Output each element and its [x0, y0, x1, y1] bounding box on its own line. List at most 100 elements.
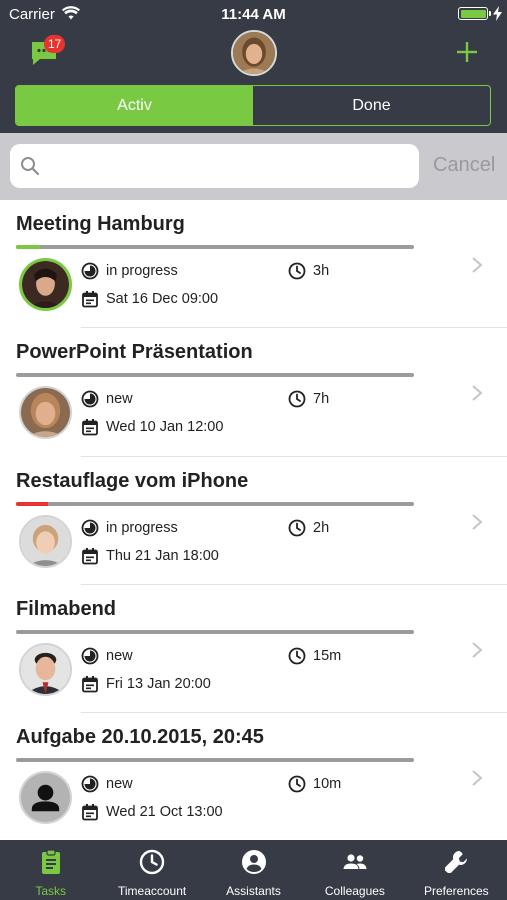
- duration-label: 7h: [313, 391, 330, 408]
- charging-bolt-icon: [493, 6, 502, 21]
- chevron-right-icon: [472, 385, 483, 402]
- task-status: new: [81, 390, 133, 408]
- clock-icon: [139, 849, 165, 875]
- battery-icon: [458, 7, 488, 20]
- assignee-avatar: [19, 514, 72, 568]
- calendar-icon: [82, 291, 98, 308]
- tab-label: Assistants: [226, 884, 281, 898]
- wrench-icon: [445, 850, 468, 873]
- date-label: Fri 13 Jan 20:00: [106, 675, 211, 692]
- task-title: Meeting Hamburg: [16, 213, 185, 235]
- calendar-icon: [82, 675, 98, 693]
- duration-label: 3h: [313, 263, 330, 279]
- date-label: Thu 21 Jan 18:00: [106, 547, 219, 564]
- clock-icon: [288, 519, 306, 536]
- segment-activ[interactable]: Activ: [16, 86, 253, 125]
- chevron-right-icon: [472, 513, 483, 530]
- clock-icon: [288, 262, 306, 280]
- assignee-avatar: [19, 386, 72, 440]
- status-label: new: [106, 391, 133, 408]
- progress-fill: [16, 501, 48, 506]
- assignee-avatar: [19, 771, 72, 825]
- task-date: Wed 21 Oct 13:00: [81, 803, 223, 821]
- task-list: Meeting Hamburg in progress 3h Sat 16 De…: [0, 200, 507, 840]
- assignee-avatar: [19, 258, 72, 311]
- add-task-icon[interactable]: [456, 41, 478, 63]
- task-row[interactable]: Meeting Hamburg in progress 3h Sat 16 De…: [0, 200, 507, 329]
- task-row[interactable]: Restauflage vom iPhone in progress 2h Th…: [0, 457, 507, 585]
- tab-colleagues[interactable]: Colleagues: [304, 840, 405, 900]
- search-field: [10, 144, 419, 188]
- filter-segmented-control: Activ Done: [15, 85, 491, 126]
- task-row[interactable]: PowerPoint Präsentation new 7h Wed 10 Ja…: [0, 328, 507, 457]
- status-label: new: [106, 776, 133, 793]
- date-label: Wed 10 Jan 12:00: [106, 419, 224, 436]
- calendar-icon: [82, 547, 98, 564]
- chevron-right-icon: [472, 257, 483, 273]
- task-status: in progress: [81, 519, 178, 537]
- task-date: Wed 10 Jan 12:00: [81, 418, 223, 436]
- tab-timeaccount[interactable]: Timeaccount: [101, 840, 202, 900]
- task-progress-bar: [16, 629, 414, 634]
- task-progress-bar: [16, 245, 414, 249]
- task-title: Aufgabe 20.10.2015, 20:45: [16, 726, 264, 749]
- clipboard-icon: [41, 849, 60, 874]
- search-icon: [21, 157, 40, 176]
- status-label: new: [106, 647, 133, 664]
- status-label: in progress: [106, 519, 178, 536]
- battery-tip: [489, 11, 491, 16]
- status-bar: Carrier 11:44 AM: [0, 0, 507, 28]
- tab-preferences[interactable]: Preferences: [406, 840, 507, 900]
- task-title: Filmabend: [16, 597, 117, 620]
- task-date: Thu 21 Jan 18:00: [81, 547, 219, 565]
- task-progress-bar: [16, 758, 414, 763]
- task-duration: 10m: [288, 775, 341, 793]
- task-row[interactable]: Aufgabe 20.10.2015, 20:45 new 10m Wed 21…: [0, 713, 507, 840]
- duration-label: 10m: [313, 776, 342, 793]
- clock-icon: [288, 647, 306, 665]
- tab-label: Preferences: [423, 884, 489, 898]
- search-input[interactable]: [50, 144, 410, 188]
- task-status: new: [81, 775, 133, 793]
- top-bar: Carrier 11:44 AM 17 Activ Done: [0, 0, 507, 133]
- notification-badge: 17: [44, 35, 66, 53]
- tab-label: Timeaccount: [117, 884, 187, 898]
- duration-label: 2h: [313, 519, 330, 536]
- chevron-right-icon: [472, 642, 483, 658]
- cancel-button[interactable]: Cancel: [433, 154, 495, 177]
- tab-assistants[interactable]: Assistants: [203, 840, 304, 900]
- tab-label: Colleagues: [324, 884, 385, 898]
- tab-tasks[interactable]: Tasks: [0, 840, 101, 900]
- task-duration: 7h: [288, 390, 329, 408]
- progress-status-icon: [81, 647, 99, 665]
- duration-label: 15m: [313, 647, 342, 664]
- search-bar: Cancel: [0, 133, 507, 200]
- status-label: in progress: [106, 263, 178, 279]
- calendar-icon: [82, 419, 98, 436]
- tab-label: Tasks: [35, 884, 67, 898]
- task-title: PowerPoint Präsentation: [16, 341, 253, 364]
- segment-done[interactable]: Done: [253, 86, 490, 125]
- task-status: new: [81, 647, 133, 665]
- chevron-right-icon: [472, 770, 483, 786]
- progress-status-icon: [81, 390, 99, 408]
- task-duration: 3h: [288, 262, 329, 280]
- task-row[interactable]: Filmabend new 15m Fri 13 Jan 20:00: [0, 585, 507, 714]
- task-progress-bar: [16, 373, 414, 378]
- tab-bar: Tasks Timeaccount Assistants Colleagues …: [0, 840, 507, 900]
- task-date: Sat 16 Dec 09:00: [81, 290, 218, 308]
- progress-status-icon: [81, 262, 99, 280]
- clock-icon: [288, 775, 306, 793]
- task-date: Fri 13 Jan 20:00: [81, 675, 211, 693]
- calendar-icon: [82, 804, 98, 821]
- progress-status-icon: [81, 519, 99, 536]
- people-icon: [343, 854, 367, 869]
- clock: 11:44 AM: [221, 6, 286, 23]
- profile-avatar[interactable]: [231, 30, 277, 76]
- task-duration: 15m: [288, 647, 341, 665]
- person-circle-icon: [241, 850, 266, 874]
- task-title: Restauflage vom iPhone: [16, 469, 249, 492]
- progress-status-icon: [81, 775, 99, 793]
- task-duration: 2h: [288, 519, 329, 537]
- date-label: Wed 21 Oct 13:00: [106, 804, 223, 821]
